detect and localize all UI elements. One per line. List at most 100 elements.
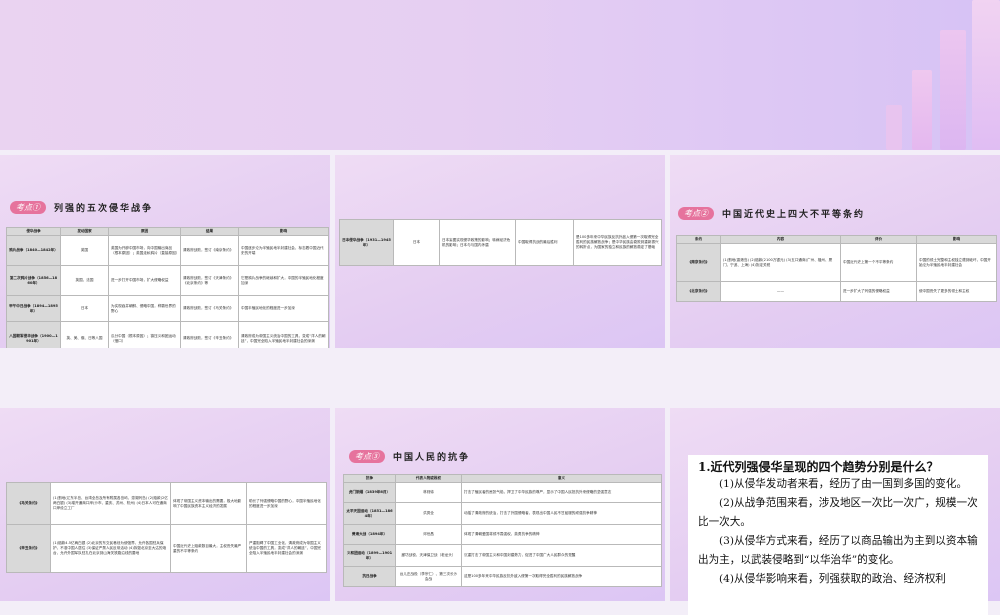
table-cell: 清政府战败，签订《天津条约》《北京条约》等 [180,265,239,296]
answer-paragraph: (3)从侵华方式来看，经历了以商品输出为主到以资本输出为主，以武装侵略到“以华治… [698,535,978,566]
table-header-row: 抗争 代表人物或政权 意义 [343,474,662,483]
table-cell: 英、美、俄、日等八国 [60,321,109,348]
table-cell: 中国的领土完整和主权独立遭到破坏，中国开始沦为半殖民地半封建社会 [916,243,997,282]
header-cell: 代表人物或政权 [395,474,462,483]
table-cell: 英国为开辟中国市场，向中国输出商品（根本原因）；英国走私鸦片（直接原因） [108,235,181,266]
header-cell: 侵华战争 [6,227,61,236]
table-cell: 抗日战争 [343,566,396,587]
table-row: 日本侵华战争（1931—1945年） 日本 日本妄图实现侵华政策的影响；转嫁经济… [339,219,662,266]
section-tag: 考点② 中国近代史上四大不平等条约 [678,207,865,220]
table-cell: 日本妄图实现侵华政策的影响；转嫁经济危机的影响；日本与与国内矛盾 [439,219,516,266]
slide-treaties-continued: 《马关条约》 (1)割地(辽东半岛、台湾全岛及所有附属各岛屿、澎湖列岛) (2)… [0,408,330,601]
table-cell: 中国半殖民地化的程度进一步加深 [238,295,329,322]
slide-chinese-resistance: 考点③ 中国人民的抗争 抗争 代表人物或政权 意义 虎门销烟（1839年6月） … [335,408,665,601]
deco-bar-2 [940,30,966,150]
table-row: 虎门销烟（1839年6月） 林则徐 打击了殖民者的嚣张气焰，捍卫了中华民族的尊严… [343,482,662,503]
table-cell: 严重阻碍了中国工业化，清政府成为帝国主义统治中国的工具，变成“洋人的朝廷”，中国… [246,524,327,573]
table-cell: 《北京条约》 [676,281,721,302]
table-cell: 黄海大战（1894年） [343,524,396,545]
treaties-table: 条约 内容 评价 影响 《南京条约》 (1)割地(香港岛) (2)赔款(2100… [676,235,997,302]
table-cell: 《马关条约》 [6,482,51,525]
answer-paragraph: (1)从侵华发动者来看，经历了由一国到多国的变化。 [719,478,968,490]
section-badge: 考点① [10,201,46,214]
table-cell: 中国逐步沦为半殖民地半封建社会，标志着中国近代史的开端 [238,235,329,266]
table-cell: 八国联军侵华战争（1900—1901年） [6,321,61,348]
table-cell: 它是鸦片战争的继续和扩大，中国的半殖民地化程度加深 [238,265,329,296]
section-title: 列强的五次侵华战争 [54,204,154,214]
table-cell: 体现了帝国主义资本输出的需要，极大地影响了中国民族资本主义经济的发展 [170,482,247,525]
table-cell: 清政府成为帝国主义统治中国的工具，变成“洋人的朝廷”，中国完全陷入半殖民地半封建… [238,321,329,348]
table-row: 抗日战争 台儿庄战役（李宗仁）、第三次长沙会战 这是100多年来中华民族反抗外敌… [343,566,662,587]
table-cell: 日本 [393,219,440,266]
header-cell: 意义 [461,474,662,483]
section-badge: 考点② [678,207,714,220]
table-cell: 《南京条约》 [676,243,721,282]
table-cell: 助长了列强侵略中国的野心，中国半殖民地化的程度进一步加深 [246,482,327,525]
table-cell: 甲午中日战争（1894—1895年） [6,295,61,322]
header-cell: 发动国家 [60,227,109,236]
section-tag: 考点③ 中国人民的抗争 [349,450,470,463]
table-row: 第二次鸦片战争（1856—1860年） 英国、法国 进一步打开中国市场，扩大侵略… [6,265,329,296]
section-title: 中国近代史上四大不平等条约 [722,210,866,220]
section-badge: 考点③ [349,450,385,463]
table-cell: 清政府战败，签订《南京条约》 [180,235,239,266]
header-cell: 结果 [180,227,239,236]
section-title: 中国人民的抗争 [393,453,471,463]
treaties-continued-table: 《马关条约》 (1)割地(辽东半岛、台湾全岛及所有附属各岛屿、澎湖列岛) (2)… [6,482,327,573]
table-cell: 清政府战败，签订《辛丑条约》 [180,321,239,348]
table-cell: 邓世昌 [395,524,462,545]
header-cell: 抗争 [343,474,396,483]
table-cell: 是100多年来中华民族反抗外敌入侵第一次取得完全胜利的民族解放战争；是中华民族由… [573,219,662,266]
table-cell: 《辛丑条约》 [6,524,51,573]
table-header-row: 条约 内容 评价 影响 [676,235,997,244]
table-cell: 清政府战败，签订《马关条约》 [180,295,239,322]
resistance-table: 抗争 代表人物或政权 意义 虎门销烟（1839年6月） 林则徐 打击了殖民者的嚣… [343,474,662,587]
table-row: 《辛丑条约》 (1)赔款4.5亿两白银 (2)北京的东交民巷划为使馆界，允许各国… [6,524,327,573]
header-cell: 评价 [840,235,917,244]
table-cell: 瓜分中国（根本原因）；镇压义和团运动（借口） [108,321,181,348]
slide-five-invasion-wars: 考点① 列强的五次侵华战争 侵华战争 发动国家 原因 结果 影响 鸦片战争（18… [0,155,330,348]
table-row: 黄海大战（1894年） 邓世昌 体现了清朝爱国将领不畏强权，英勇抗争的精神 [343,524,662,545]
table-row: 《北京条约》 —— 进一步扩大了列强的侵略权益 使中国丧失了更多的领土和主权 [676,281,997,302]
table-row: 鸦片战争（1840—1842年） 英国 英国为开辟中国市场，向中国输出商品（根本… [6,235,329,266]
deco-bar-4 [886,105,902,150]
header-cell: 影响 [916,235,997,244]
table-cell: 中国近代史上第一个不平等条约 [840,243,917,282]
table-cell: 沉重打击了帝国主义和中国封建势力，促进了中国广大人民群众的觉醒 [461,544,662,567]
table-row: 《马关条约》 (1)割地(辽东半岛、台湾全岛及所有附属各岛屿、澎湖列岛) (2)… [6,482,327,525]
table-cell: 英国、法国 [60,265,109,296]
deco-bar-1 [912,70,932,150]
table-cell: —— [720,281,841,302]
table-cell: 日本侵华战争（1931—1945年） [339,219,394,266]
deco-bar-3 [972,0,1000,150]
wars-table: 侵华战争 发动国家 原因 结果 影响 鸦片战争（1840—1842年） 英国 英… [6,227,329,348]
question-card: 1.近代列强侵华呈现的四个趋势分别是什么？ (1)从侵华发动者来看，经历了由一国… [688,455,988,615]
japan-war-table: 日本侵华战争（1931—1945年） 日本 日本妄图实现侵华政策的影响；转嫁经济… [339,219,662,266]
table-cell: 这是100多年来中华民族反抗外敌入侵第一次取得完全胜利的民族解放战争 [461,566,662,587]
table-row: 八国联军侵华战争（1900—1901年） 英、美、俄、日等八国 瓜分中国（根本原… [6,321,329,348]
slide-unequal-treaties: 考点② 中国近代史上四大不平等条约 条约 内容 评价 影响 《南京条约》 (1)… [670,155,1000,348]
table-cell: 进一步扩大了列强的侵略权益 [840,281,917,302]
table-cell: 动摇了清政府的统治，打击了外国侵略者，表现出中国人民不甘屈服的顽强抗争精神 [461,502,662,525]
slide-japan-war: 日本侵华战争（1931—1945年） 日本 日本妄图实现侵华政策的影响；转嫁经济… [335,155,665,348]
header-cell: 影响 [238,227,329,236]
table-cell: 中国近代史上赔款数目最大，主权丧失最严重的不平等条约 [170,524,247,573]
table-cell: (1)赔款4.5亿两白银 (2)北京的东交民巷划为使馆界，允许各国驻兵保护，不准… [50,524,171,573]
table-cell: (1)割地(香港岛) (2)赔款(2100万银元) (3)五口通商(广州、福州、… [720,243,841,282]
table-cell: 英国 [60,235,109,266]
table-header-row: 侵华战争 发动国家 原因 结果 影响 [6,227,329,236]
table-cell: 为实现吞并朝鲜、侵略中国，称霸世界的野心 [108,295,181,322]
table-row: 甲午中日战争（1894—1895年） 日本 为实现吞并朝鲜、侵略中国，称霸世界的… [6,295,329,322]
header-cell: 原因 [108,227,181,236]
header-cell: 条约 [676,235,721,244]
table-cell: 林则徐 [395,482,462,503]
answer-paragraph: (4)从侵华影响来看，列强获取的政治、经济权利 [719,573,946,585]
answer-paragraph: (2)从战争范围来看，涉及地区一次比一次广，规模一次比一次大。 [698,497,978,528]
table-cell: 日本 [60,295,109,322]
table-cell: 进一步打开中国市场，扩大侵略权益 [108,265,181,296]
table-cell: 台儿庄战役（李宗仁）、第三次长沙会战 [395,566,462,587]
table-cell: 廊坊战役、天津保卫战（老龙头） [395,544,462,567]
table-cell: 洪秀全 [395,502,462,525]
top-banner [0,0,1000,150]
table-row: 太平天国运动（1851—1864年） 洪秀全 动摇了清政府的统治，打击了外国侵略… [343,502,662,525]
